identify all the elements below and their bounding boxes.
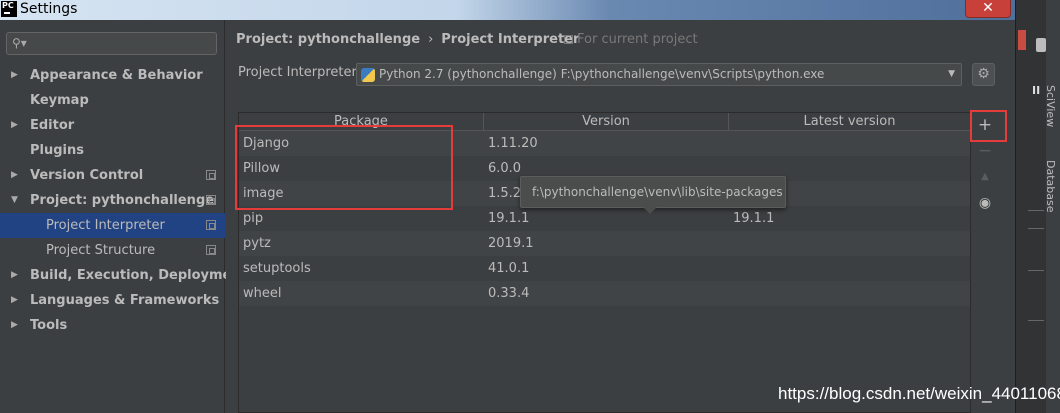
expand-arrow-icon[interactable]: ▶	[11, 288, 18, 313]
sidebar-item-editor[interactable]: ▶ Editor	[0, 113, 225, 138]
settings-nav: ▶ Appearance & Behavior Keymap ▶ Editor Pl…	[0, 63, 247, 338]
table-row[interactable]: setuptools 41.0.1	[239, 256, 970, 281]
package-version: 1.11.20	[488, 136, 538, 151]
sidebar-item-appearance[interactable]: ▶ Appearance & Behavior	[0, 63, 225, 88]
package-name: wheel	[243, 286, 282, 301]
sidebar-item-project-structure[interactable]: Project Structure	[0, 238, 225, 263]
project-scope-icon	[564, 35, 573, 44]
expand-arrow-icon[interactable]: ▶	[11, 63, 18, 88]
csdn-watermark: https://blog.csdn.net/weixin_44011068	[778, 384, 1060, 403]
highlight-box-add-button	[970, 110, 1007, 142]
project-scope-icon	[206, 195, 216, 205]
pycharm-app-icon: PC	[1, 1, 17, 17]
collapse-arrow-icon[interactable]: ▼	[11, 188, 18, 213]
database-tool-tab[interactable]: Database	[1044, 160, 1057, 213]
sidebar-item-plugins[interactable]: Plugins	[0, 138, 225, 163]
expand-arrow-icon[interactable]: ▶	[11, 263, 18, 288]
editor-marker	[1018, 30, 1026, 50]
table-row[interactable]: wheel 0.33.4	[239, 281, 970, 306]
dropdown-arrow-icon[interactable]: ▼	[948, 64, 955, 85]
package-name: setuptools	[243, 261, 311, 276]
sidebar-item-label: Keymap	[30, 93, 89, 108]
sidebar-item-build[interactable]: ▶ Build, Execution, Deployment	[0, 263, 247, 288]
scope-note: For current project	[564, 32, 698, 47]
sidebar-item-project[interactable]: ▼ Project: pythonchallenge	[0, 188, 225, 213]
table-row[interactable]: pytz 2019.1	[239, 231, 970, 256]
expand-arrow-icon[interactable]: ▶	[11, 313, 18, 338]
sidebar-item-label: Editor	[30, 118, 75, 133]
expand-arrow-icon[interactable]: ▶	[11, 113, 18, 138]
sidebar-item-label: Build, Execution, Deployment	[30, 268, 247, 283]
editor-line	[1028, 210, 1044, 211]
package-version: 6.0.0	[488, 161, 522, 176]
package-latest-version: 19.1.1	[733, 211, 775, 226]
breadcrumb: Project: pythonchallenge › Project Interpr…	[236, 32, 579, 47]
scope-note-text: For current project	[577, 32, 698, 47]
mini-scroll-icon	[1036, 38, 1046, 52]
app-icon-text: PC	[2, 1, 14, 10]
settings-main-panel: Project: pythonchallenge › Project Interpr…	[226, 20, 1015, 413]
project-scope-icon	[206, 245, 216, 255]
sidebar-item-label: Appearance & Behavior	[30, 68, 203, 83]
show-early-releases-button[interactable]: ◉	[971, 190, 999, 216]
search-icon: ⚲▾	[12, 36, 27, 50]
highlight-box-packages	[235, 125, 453, 210]
interpreter-select[interactable]: Python 2.7 (pythonchallenge) F:\pythonch…	[356, 63, 962, 86]
package-version: 19.1.1	[488, 211, 530, 226]
project-scope-icon	[206, 170, 216, 180]
package-version: 41.0.1	[488, 261, 530, 276]
sidebar-item-languages[interactable]: ▶ Languages & Frameworks	[0, 288, 225, 313]
package-version: 2019.1	[488, 236, 534, 251]
package-name: pytz	[243, 236, 271, 251]
interpreter-settings-button[interactable]: ⚙	[972, 63, 995, 86]
expand-arrow-icon[interactable]: ▶	[11, 163, 18, 188]
editor-line	[1028, 320, 1044, 321]
gear-icon: ⚙	[977, 66, 990, 82]
editor-line	[1028, 228, 1044, 229]
interpreter-label: Project Interpreter:	[238, 65, 362, 80]
column-header-version[interactable]: Version	[484, 113, 729, 131]
sidebar-item-label: Languages & Frameworks	[30, 293, 220, 308]
interpreter-name: Python 2.7 (pythonchallenge)	[379, 67, 557, 81]
breadcrumb-current: Project Interpreter	[441, 32, 580, 47]
settings-sidebar: ⚲▾ ▶ Appearance & Behavior Keymap ▶ Editor…	[0, 20, 247, 413]
sidebar-item-label: Project Interpreter	[46, 218, 165, 233]
pause-icon[interactable]: II	[1032, 84, 1040, 97]
settings-search-input[interactable]: ⚲▾	[6, 32, 217, 55]
sidebar-item-keymap[interactable]: Keymap	[0, 88, 225, 113]
sciview-tool-tab[interactable]: SciView	[1044, 85, 1057, 127]
sidebar-item-version-control[interactable]: ▶ Version Control	[0, 163, 225, 188]
column-header-latest-version[interactable]: Latest version	[729, 113, 970, 131]
breadcrumb-parent[interactable]: Project: pythonchallenge	[236, 32, 420, 47]
window-titlebar: PC Settings ✕	[0, 0, 1015, 20]
sidebar-item-label: Project: pythonchallenge	[30, 193, 215, 208]
sidebar-item-label: Project Structure	[46, 243, 156, 258]
window-title: Settings	[20, 1, 78, 17]
sidebar-item-tools[interactable]: ▶ Tools	[0, 313, 225, 338]
sidebar-item-label: Version Control	[30, 168, 144, 183]
python-icon	[361, 68, 375, 82]
sidebar-item-project-interpreter[interactable]: Project Interpreter	[0, 213, 225, 238]
project-scope-icon	[206, 220, 216, 230]
sidebar-item-label: Plugins	[30, 143, 84, 158]
site-packages-tooltip: f:\pythonchallenge\venv\lib\site-package…	[520, 176, 786, 214]
interpreter-path: F:\pythonchallenge\venv\Scripts\python.e…	[560, 67, 825, 81]
sidebar-item-label: Tools	[30, 318, 68, 333]
breadcrumb-separator: ›	[428, 32, 434, 47]
package-version: 0.33.4	[488, 286, 530, 301]
upgrade-package-button[interactable]: ▲	[971, 164, 999, 190]
close-window-button[interactable]: ✕	[965, 0, 1011, 18]
editor-strip: II	[1016, 0, 1046, 413]
editor-line	[1028, 270, 1044, 271]
